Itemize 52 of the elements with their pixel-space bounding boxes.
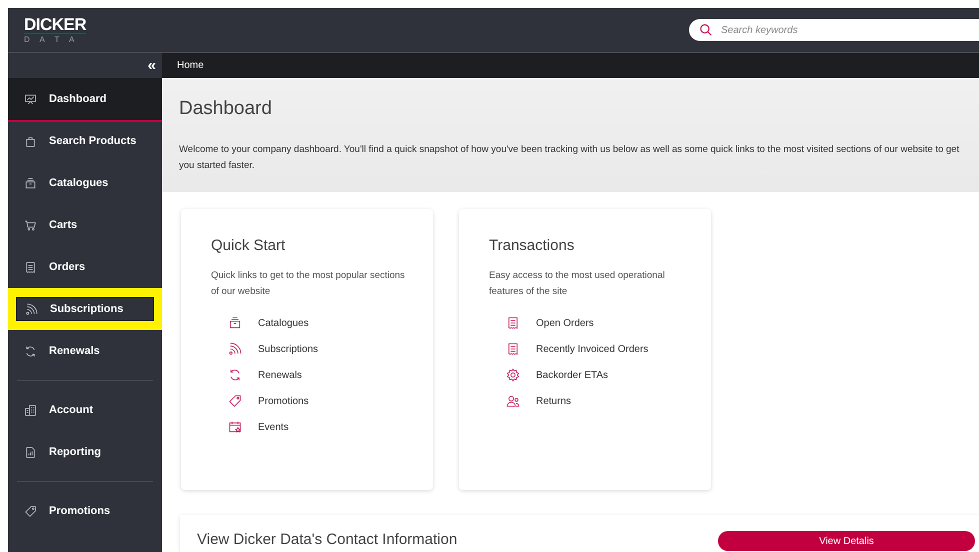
calendar-star-icon	[228, 420, 242, 434]
bag-icon	[24, 134, 37, 148]
sidebar-item[interactable]: Orders	[8, 246, 162, 288]
quick-link[interactable]: Promotions	[228, 394, 413, 408]
rss-icon	[228, 342, 242, 356]
search-field[interactable]: Search keywords	[689, 19, 979, 41]
breadcrumb-link[interactable]: Home	[177, 60, 204, 71]
sidebar-item[interactable]: Catalogues	[8, 162, 162, 204]
receipt-icon	[506, 342, 520, 356]
quick-link[interactable]: Catalogues	[228, 316, 413, 330]
sidebar-item[interactable]: Account	[8, 389, 162, 431]
logo-wordmark: DICKER	[24, 16, 86, 34]
receipt-icon	[506, 316, 520, 330]
sidebar-item[interactable]: Renewals	[8, 330, 162, 372]
gear-icon	[506, 368, 520, 382]
quick-link[interactable]: Subscriptions	[228, 342, 413, 356]
card-description: Quick links to get to the most popular sections of our website	[211, 269, 406, 299]
view-details-button[interactable]: View Detalis	[718, 531, 975, 551]
sidebar-item[interactable]: Subscriptions	[16, 297, 154, 321]
quick-link[interactable]: Returns	[506, 394, 691, 408]
page-title: Dashboard	[179, 98, 273, 120]
card-title: Quick Start	[211, 237, 286, 254]
tag-icon	[24, 504, 37, 518]
quick-link[interactable]: Events	[228, 420, 413, 434]
quick-link[interactable]: Backorder ETAs	[506, 368, 691, 382]
sidebar-item[interactable]: Reporting	[8, 431, 162, 473]
card-description: Easy access to the most used operational features of the site	[489, 269, 666, 299]
quick-link[interactable]: Open Orders	[506, 316, 691, 330]
archive-box-icon	[228, 316, 242, 330]
building-icon	[24, 404, 37, 416]
refresh-icon	[24, 344, 37, 358]
sidebar-item[interactable]: Search Products	[8, 120, 162, 162]
sidebar-item[interactable]: Dashboard	[8, 78, 162, 122]
sidebar-item[interactable]: Carts	[8, 204, 162, 246]
chart-board-icon	[24, 92, 37, 106]
cart-icon	[24, 218, 37, 232]
report-document-icon	[24, 446, 37, 458]
search-icon	[699, 23, 713, 37]
tag-icon	[228, 394, 242, 408]
card-title: Transactions	[489, 237, 576, 254]
collapse-button[interactable]: «	[148, 58, 156, 73]
sidebar-item[interactable]: Promotions	[8, 490, 162, 532]
refresh-icon	[228, 368, 242, 382]
intro-text: Welcome to your company dashboard. You'll find a quick snapshot of how you've been tracking with us below as well as some quick links to the most visited sections of our website to get you started faster.	[179, 143, 960, 173]
users-icon	[506, 394, 520, 408]
archive-box-icon	[24, 176, 37, 190]
contact-title: View Dicker Data's Contact Information	[197, 531, 458, 548]
logo-subtitle: D A T A	[24, 34, 80, 44]
quick-link[interactable]: Renewals	[228, 368, 413, 382]
rss-icon	[25, 302, 38, 316]
receipt-icon	[24, 260, 37, 274]
quick-link[interactable]: Recently Invoiced Orders	[506, 342, 691, 356]
